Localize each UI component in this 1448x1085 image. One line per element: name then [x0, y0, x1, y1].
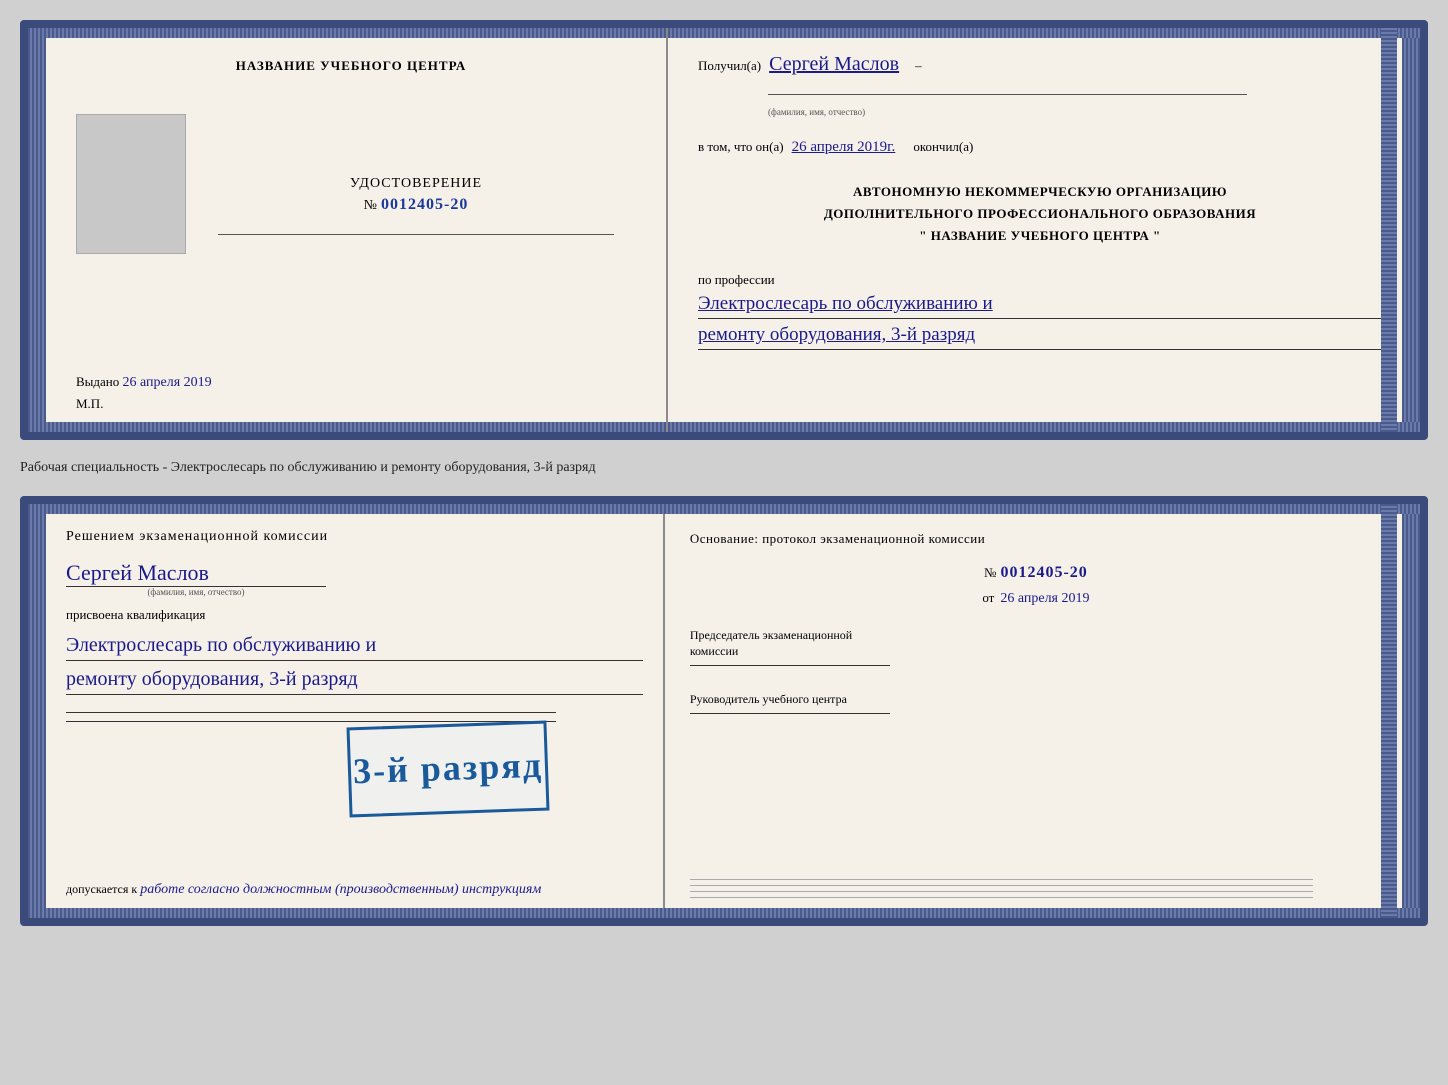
stamp-text: 3-й разряд	[352, 744, 543, 794]
cert2-date-block: от 26 апреля 2019	[690, 590, 1382, 607]
cert2-sig-chairman: Председатель экзаменационной комиссии	[690, 627, 1382, 667]
certificate-card-1: НАЗВАНИЕ УЧЕБНОГО ЦЕНТРА УДОСТОВЕРЕНИЕ №…	[20, 20, 1428, 440]
po-professii-label: по профессии	[698, 272, 1382, 288]
cert-title: НАЗВАНИЕ УЧЕБНОГО ЦЕНТРА	[236, 58, 467, 74]
between-text: Рабочая специальность - Электрослесарь п…	[20, 456, 1428, 480]
cert2-left-panel: Решением экзаменационной комиссии Сергей…	[46, 504, 665, 918]
cert2-fio-block: Сергей Маслов (фамилия, имя, отчество)	[66, 560, 643, 597]
cert2-prisvoena-label: присвоена квалификация	[66, 607, 643, 623]
cert2-title: Решением экзаменационной комиссии	[66, 529, 643, 545]
cert2-number: 0012405-20	[1000, 564, 1087, 582]
cert2-number-prefix: №	[984, 565, 996, 581]
cert2-ot-date: 26 апреля 2019	[1000, 591, 1089, 607]
org-line1: АВТОНОМНУЮ НЕКОММЕРЧЕСКУЮ ОРГАНИЗАЦИЮ	[698, 181, 1382, 203]
cert2-kvalif-line1: Электрослесарь по обслуживанию и	[66, 634, 376, 656]
number-prefix: №	[364, 198, 377, 214]
fio-sublabel: (фамилия, имя, отчество)	[768, 107, 1382, 117]
cert-vydano: Выдано 26 апреля 2019	[66, 374, 212, 391]
cert-left-panel: НАЗВАНИЕ УЧЕБНОГО ЦЕНТРА УДОСТОВЕРЕНИЕ №…	[46, 28, 668, 432]
cert2-chairman-sig-line	[690, 665, 890, 666]
cert2-sig-director: Руководитель учебного центра	[690, 691, 1382, 714]
cert2-spine-left	[28, 504, 46, 918]
cert2-chairman-label: Председатель экзаменационной комиссии	[690, 627, 890, 661]
cert-udostoverenie: УДОСТОВЕРЕНИЕ № 0012405-20	[350, 176, 482, 214]
cert-right-panel: Получил(а) Сергей Маслов – (фамилия, имя…	[668, 28, 1402, 432]
okonchil-label: окончил(а)	[913, 139, 973, 155]
cert-number: 0012405-20	[381, 196, 468, 214]
cert2-stamp: 3-й разряд	[346, 721, 549, 818]
cert2-director-label: Руководитель учебного центра	[690, 691, 890, 708]
udostoverenie-label: УДОСТОВЕРЕНИЕ	[350, 176, 482, 192]
vydano-date: 26 апреля 2019	[123, 375, 212, 390]
cert2-right-title: Основание: протокол экзаменационной коми…	[690, 529, 1382, 549]
certificate-card-2: Решением экзаменационной комиссии Сергей…	[20, 496, 1428, 926]
recipient-name: Сергей Маслов	[769, 53, 899, 76]
profession-line2: ремонту оборудования, 3-й разряд	[698, 324, 975, 345]
cert-spine-right	[1402, 28, 1420, 432]
profession-line1: Электрослесарь по обслуживанию и	[698, 293, 993, 314]
org-line3: " НАЗВАНИЕ УЧЕБНОГО ЦЕНТРА "	[698, 225, 1382, 247]
cert2-kvalif-line2: ремонту оборудования, 3-й разряд	[66, 668, 358, 690]
cert2-fio-name: Сергей Маслов	[66, 560, 643, 586]
cert2-right-panel: Основание: протокол экзаменационной коми…	[665, 504, 1402, 918]
dopusk-value: работе согласно должностным (производств…	[140, 882, 541, 897]
profession-block: по профессии Электрослесарь по обслужива…	[698, 272, 1382, 350]
cert2-spine-right	[1402, 504, 1420, 918]
dopusk-label: допускается к	[66, 882, 137, 896]
cert2-signatures: Председатель экзаменационной комиссии Ру…	[690, 627, 1382, 714]
cert-spine-left	[28, 28, 46, 432]
vydano-label: Выдано	[76, 374, 119, 389]
right-border-lines	[1381, 28, 1397, 432]
vtom-label: в том, что он(а)	[698, 139, 784, 155]
org-block: АВТОНОМНУЮ НЕКОММЕРЧЕСКУЮ ОРГАНИЗАЦИЮ ДО…	[698, 181, 1382, 247]
org-line2: ДОПОЛНИТЕЛЬНОГО ПРОФЕССИОНАЛЬНОГО ОБРАЗО…	[698, 203, 1382, 225]
cert2-fio-sublabel: (фамилия, имя, отчество)	[66, 587, 326, 597]
dash-1: –	[915, 58, 922, 74]
cert2-dopusk-block: допускается к работе согласно должностны…	[66, 882, 643, 898]
page-wrapper: НАЗВАНИЕ УЧЕБНОГО ЦЕНТРА УДОСТОВЕРЕНИЕ №…	[20, 20, 1428, 926]
cert2-number-block: № 0012405-20	[690, 564, 1382, 582]
cert2-director-sig-line	[690, 713, 890, 714]
cert2-ot-label: от	[982, 590, 994, 606]
poluchil-label: Получил(а)	[698, 58, 761, 74]
right-border-lines-2	[1381, 504, 1397, 918]
vtom-date: 26 апреля 2019г.	[792, 139, 896, 156]
cert-mp: М.П.	[66, 396, 103, 412]
cert2-kvalif-block: Электрослесарь по обслуживанию и ремонту…	[66, 628, 643, 697]
cert-photo	[76, 114, 186, 254]
